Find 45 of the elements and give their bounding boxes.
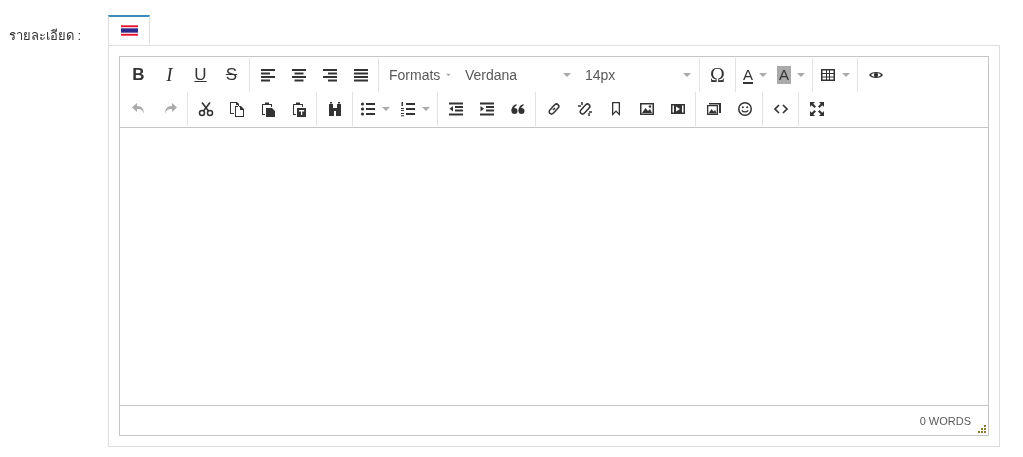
align-right-icon — [321, 67, 338, 83]
underline-button[interactable]: U — [185, 60, 216, 90]
scissors-icon — [197, 101, 214, 117]
resize-handle-icon[interactable] — [978, 425, 986, 433]
strikethrough-button[interactable]: S — [216, 60, 247, 90]
align-center-icon — [290, 67, 307, 83]
caret-icon — [797, 73, 806, 77]
caret-icon — [759, 73, 767, 77]
align-left-icon — [259, 67, 276, 83]
paste-icon — [259, 101, 276, 117]
numbered-list-icon — [400, 101, 416, 117]
caret-icon — [422, 107, 430, 111]
table-icon — [820, 67, 837, 83]
background-color-button[interactable]: A — [772, 60, 811, 90]
italic-button[interactable]: I — [154, 60, 185, 90]
word-count: 0 WORDS — [919, 414, 971, 427]
caret-icon — [842, 73, 851, 77]
dropdown[interactable]: 14px — [577, 60, 697, 90]
bold-button[interactable]: B — [123, 60, 154, 90]
caret-icon — [382, 107, 390, 111]
expand-arrows-icon — [808, 101, 825, 117]
gallery-icon — [705, 101, 722, 117]
indent-icon — [478, 101, 495, 117]
language-tab[interactable] — [108, 15, 150, 45]
outdent-icon — [447, 101, 464, 117]
caret-icon — [446, 73, 451, 77]
copy-icon — [228, 101, 245, 117]
binoculars-icon — [326, 101, 343, 117]
justify-icon — [352, 67, 369, 83]
image-icon — [638, 101, 655, 117]
film-icon — [669, 101, 686, 117]
flag-icon — [120, 25, 138, 36]
caret-icon — [563, 73, 571, 77]
dropdown[interactable]: Formats — [381, 60, 457, 90]
omega-button[interactable]: Ω — [702, 60, 733, 90]
broken-link-icon — [576, 101, 593, 117]
link-icon — [545, 101, 562, 117]
bullet-list-icon — [360, 101, 376, 117]
caret-icon — [683, 73, 691, 77]
quote-icon — [509, 101, 526, 117]
dropdown[interactable]: Verdana — [457, 60, 577, 90]
paste-text-icon — [290, 101, 307, 117]
text-color-button[interactable]: A — [738, 60, 772, 90]
smiley-icon — [736, 101, 753, 117]
field-label: รายละเอียด : — [9, 27, 82, 45]
